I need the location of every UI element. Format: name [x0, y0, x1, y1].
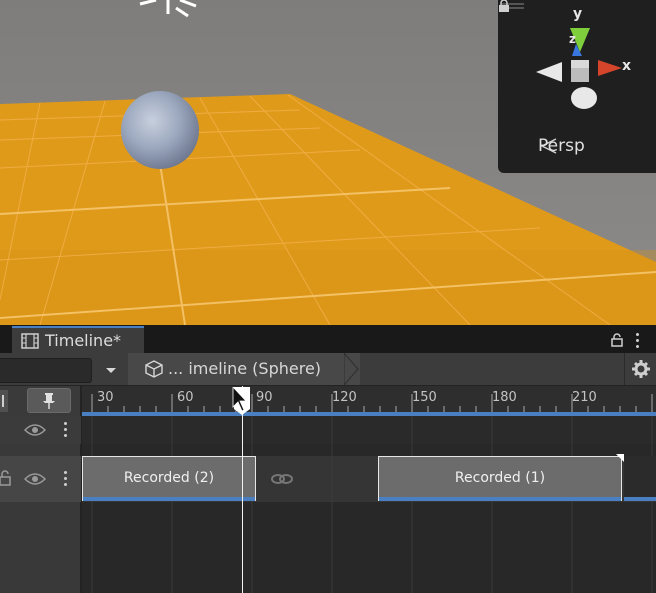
projection-toggle[interactable]: Persp: [538, 136, 585, 156]
playhead-line[interactable]: [242, 386, 243, 593]
track-area[interactable]: [82, 416, 656, 593]
ruler-label-120: 120: [332, 390, 357, 405]
kebab-menu-icon[interactable]: [636, 333, 640, 351]
light-icon: [139, 0, 197, 18]
gizmo-z-label: z: [569, 32, 576, 46]
cube-icon: [145, 360, 163, 378]
link-icon: [271, 474, 293, 484]
orientation-gizmo[interactable]: y x z Persp: [498, 0, 656, 173]
track-grid: [82, 416, 656, 593]
breadcrumb[interactable]: ... imeline (Sphere): [128, 353, 360, 385]
eye-icon[interactable]: [24, 472, 46, 486]
scene-view[interactable]: y x z Persp: [0, 0, 656, 325]
pin-button[interactable]: [27, 388, 71, 413]
frame-toggle-button[interactable]: [0, 390, 8, 412]
eye-icon[interactable]: [24, 423, 46, 437]
markers-track-header[interactable]: [0, 416, 81, 444]
settings-button[interactable]: [624, 353, 656, 385]
playhead-handle[interactable]: [232, 387, 252, 415]
clip-label: Recorded (1): [454, 470, 546, 486]
ruler-ticks: [82, 394, 656, 416]
sphere-object: [121, 91, 199, 169]
clip-continuation[interactable]: [624, 456, 656, 501]
ruler-label-60: 60: [177, 390, 194, 405]
clip-underline: [83, 497, 255, 501]
clip-recorded-1[interactable]: Recorded (1): [378, 454, 624, 501]
time-ruler[interactable]: 30 60 90 120 150 180 210: [82, 386, 656, 416]
film-icon: [21, 333, 39, 349]
neg-y-cone: [571, 87, 597, 109]
lock-icon[interactable]: [0, 470, 12, 486]
ruler-label-150: 150: [412, 390, 437, 405]
clip-recorded-2[interactable]: Recorded (2): [82, 456, 256, 501]
kebab-menu-icon[interactable]: [64, 422, 68, 440]
timeline-toolbar: ... imeline (Sphere): [0, 353, 656, 386]
dropdown-icon[interactable]: [98, 359, 124, 381]
clip-underline: [379, 497, 621, 501]
clip-label: Recorded (2): [123, 470, 215, 486]
neg-x-cone: [536, 62, 562, 82]
pin-icon: [43, 393, 55, 409]
clip-end-marker: [616, 454, 624, 462]
ruler-label-210: 210: [572, 390, 597, 405]
timeline-tab-bar: Timeline*: [0, 325, 656, 353]
x-axis-cone: [598, 60, 622, 76]
animation-track-header[interactable]: [0, 456, 81, 502]
gear-icon: [632, 360, 650, 378]
gizmo-x-label: x: [622, 58, 632, 74]
ruler-label-180: 180: [492, 390, 517, 405]
tab-timeline[interactable]: Timeline*: [12, 326, 144, 353]
tab-title: Timeline*: [45, 331, 122, 350]
lock-icon[interactable]: [610, 333, 624, 347]
kebab-menu-icon[interactable]: [64, 471, 68, 489]
breadcrumb-label: ... imeline (Sphere): [168, 359, 322, 378]
ruler-label-90: 90: [256, 390, 273, 405]
ruler-label-30: 30: [97, 390, 114, 405]
gizmo-y-label: y: [573, 6, 583, 22]
lock-icon[interactable]: [498, 0, 510, 12]
sequence-selector-field[interactable]: [0, 358, 92, 383]
breadcrumb-arrow: [344, 353, 359, 385]
